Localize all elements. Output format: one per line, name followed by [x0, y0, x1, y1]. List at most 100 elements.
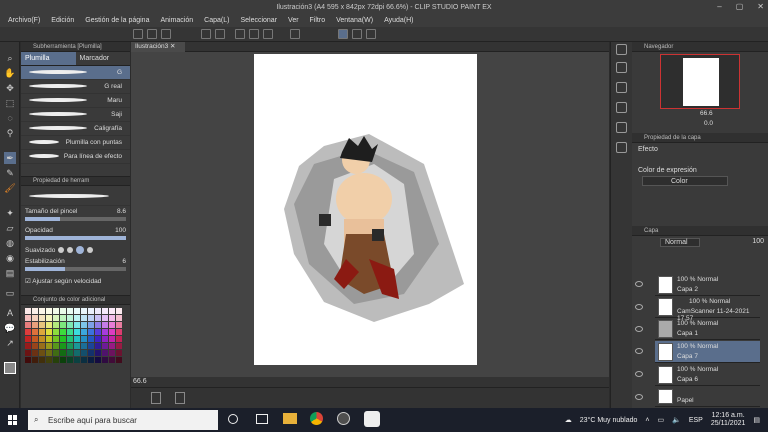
brush-item-plumilla-puntas[interactable]: Plumilla con puntas — [21, 136, 130, 150]
snap-special-icon[interactable] — [352, 29, 362, 39]
color-swatch[interactable] — [25, 308, 31, 314]
language-indicator[interactable]: ESP — [689, 417, 703, 424]
hand-tool-icon[interactable]: ✋ — [4, 67, 16, 79]
eye-icon[interactable] — [635, 348, 643, 354]
minimize-icon[interactable]: – — [717, 0, 721, 14]
color-swatch[interactable] — [88, 336, 94, 342]
color-swatch[interactable] — [88, 308, 94, 314]
lasso-tool-icon[interactable]: ◌ — [4, 112, 16, 124]
menu-seleccionar[interactable]: Seleccionar — [240, 17, 277, 24]
deselect-icon[interactable] — [290, 29, 300, 39]
subview-icon[interactable] — [616, 62, 627, 73]
menu-ayuda[interactable]: Ayuda(H) — [384, 17, 413, 24]
brush-tool-icon[interactable]: 🖌 — [4, 182, 16, 194]
layer-row[interactable]: 100 % Normal Capa 6 — [655, 364, 760, 386]
color-swatch[interactable] — [67, 329, 73, 335]
color-swatch[interactable] — [25, 329, 31, 335]
navigator-preview[interactable] — [660, 54, 740, 109]
color-swatch[interactable] — [32, 336, 38, 342]
color-swatch[interactable] — [109, 357, 115, 363]
save-icon[interactable] — [161, 29, 171, 39]
clock[interactable]: 12:16 a.m. 25/11/2021 — [711, 412, 746, 428]
color-swatch[interactable] — [74, 350, 80, 356]
color-swatch[interactable] — [39, 336, 45, 342]
color-swatch[interactable] — [32, 350, 38, 356]
smooth-medium-icon[interactable] — [76, 246, 85, 254]
color-swatch[interactable] — [102, 343, 108, 349]
color-swatch[interactable] — [53, 343, 59, 349]
color-swatch[interactable] — [39, 315, 45, 321]
color-swatch[interactable] — [81, 329, 87, 335]
taskbar-search-input[interactable]: ⌕ Escribe aquí para buscar — [28, 410, 218, 430]
layer-row[interactable]: 100 % Normal Capa 1 — [655, 318, 760, 340]
horizontal-scrollbar[interactable]: 66.6 — [131, 377, 609, 387]
color-swatch[interactable] — [116, 322, 122, 328]
color-swatch[interactable] — [53, 322, 59, 328]
clear-icon[interactable] — [235, 29, 245, 39]
color-swatch[interactable] — [95, 315, 101, 321]
menu-pagina[interactable]: Gestión de la página — [85, 17, 149, 24]
color-swatch[interactable] — [60, 357, 66, 363]
color-swatch[interactable] — [53, 329, 59, 335]
color-swatch[interactable] — [116, 329, 122, 335]
task-view-icon[interactable] — [228, 414, 238, 424]
color-swatch[interactable] — [25, 350, 31, 356]
color-swatch[interactable] — [67, 322, 73, 328]
transform-icon[interactable] — [263, 29, 273, 39]
weather-text[interactable]: 23°C Muy nublado — [580, 417, 638, 424]
navigator-icon[interactable] — [616, 44, 627, 55]
color-swatch[interactable] — [109, 350, 115, 356]
color-swatch[interactable] — [39, 329, 45, 335]
new-icon[interactable] — [133, 29, 143, 39]
color-swatch[interactable] — [74, 308, 80, 314]
layer-row-selected[interactable]: 100 % Normal Capa 7 — [655, 341, 760, 363]
speed-row[interactable]: ☑ Ajustar según velocidad — [21, 275, 130, 287]
color-swatch[interactable] — [95, 357, 101, 363]
fill-icon[interactable] — [249, 29, 259, 39]
color-swatch[interactable] — [74, 322, 80, 328]
document-tab[interactable]: Ilustración3 ✕ — [131, 42, 185, 52]
color-swatch[interactable] — [67, 336, 73, 342]
color-swatch[interactable] — [60, 336, 66, 342]
color-swatch[interactable] — [60, 322, 66, 328]
move-tool-icon[interactable]: ✥ — [4, 82, 16, 94]
up-arrow-icon[interactable]: ˄ — [645, 417, 649, 424]
color-swatch[interactable] — [53, 357, 59, 363]
color-swatch[interactable] — [116, 336, 122, 342]
tab-plumilla[interactable]: Plumilla — [21, 52, 76, 65]
clip-studio-icon[interactable] — [364, 411, 380, 427]
color-swatch[interactable] — [95, 329, 101, 335]
color-swatch[interactable] — [46, 336, 52, 342]
layer-panel-toggle-icon[interactable] — [151, 392, 161, 404]
color-swatch[interactable] — [60, 350, 66, 356]
brush-item-maru[interactable]: Maru — [21, 94, 130, 108]
notification-icon[interactable]: ▤ — [753, 416, 760, 424]
color-swatch[interactable] — [32, 357, 38, 363]
select-tool-icon[interactable]: ⬚ — [4, 97, 16, 109]
correct-line-tool-icon[interactable]: ↗ — [4, 337, 16, 349]
smooth-none-icon[interactable] — [58, 247, 65, 253]
snap-grid-icon[interactable] — [366, 29, 376, 39]
color-swatch[interactable] — [74, 336, 80, 342]
close-icon[interactable]: ✕ — [757, 0, 764, 14]
color-swatch[interactable] — [81, 308, 87, 314]
color-swatch[interactable] — [67, 308, 73, 314]
color-swatch[interactable] — [116, 350, 122, 356]
color-swatch[interactable] — [81, 343, 87, 349]
color-swatch[interactable] — [25, 357, 31, 363]
menu-animacion[interactable]: Animación — [160, 17, 193, 24]
volume-icon[interactable]: 🔈 — [672, 416, 681, 424]
color-swatch[interactable] — [88, 315, 94, 321]
color-swatch[interactable] — [25, 343, 31, 349]
brush-item-caligrafia[interactable]: Caligrafía — [21, 122, 130, 136]
brush-size-row[interactable]: Tamaño del pincel 8.6 — [21, 206, 130, 225]
color-swatch[interactable] — [32, 343, 38, 349]
color-swatch[interactable] — [60, 315, 66, 321]
menu-filtro[interactable]: Filtro — [310, 17, 326, 24]
color-swatch[interactable] — [102, 357, 108, 363]
color-swatch[interactable] — [102, 315, 108, 321]
app-icon[interactable] — [337, 412, 350, 425]
balloon-tool-icon[interactable]: 💬 — [4, 322, 16, 334]
color-swatch[interactable] — [46, 329, 52, 335]
fill-tool-icon[interactable]: ◉ — [4, 252, 16, 264]
